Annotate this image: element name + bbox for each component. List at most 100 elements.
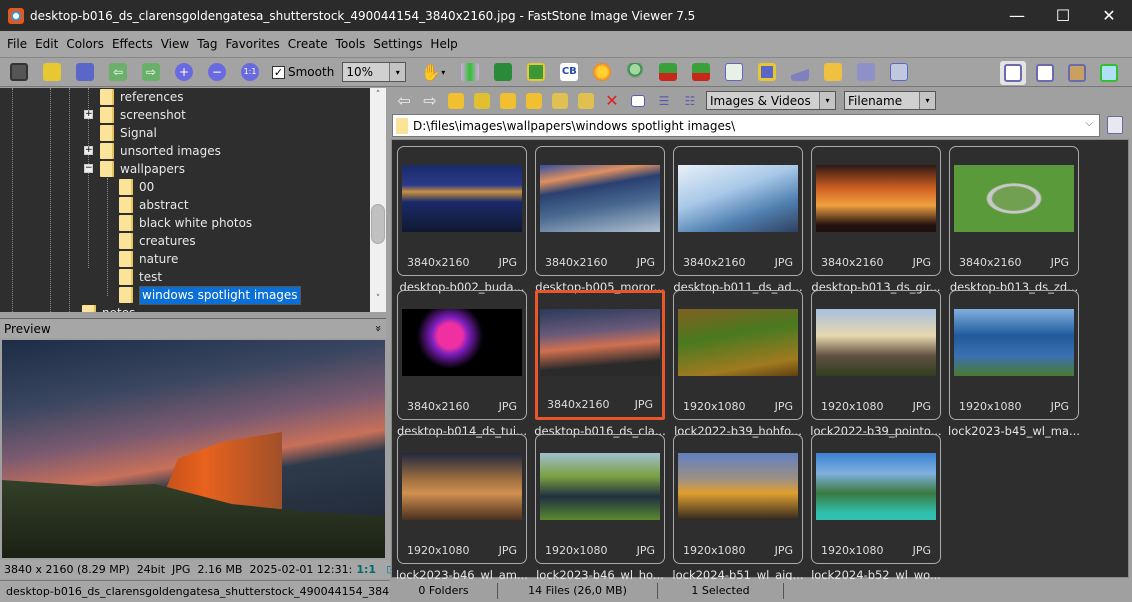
forward-button[interactable]: ⇨	[420, 91, 440, 111]
smooth-check-box[interactable]: ✓	[272, 65, 285, 79]
up-folder-button[interactable]	[446, 91, 466, 111]
slideshow-button[interactable]	[457, 60, 483, 84]
menu-effects[interactable]: Effects	[108, 37, 157, 51]
smooth-checkbox[interactable]: ✓ Smooth	[272, 65, 334, 79]
new-folder-button[interactable]	[524, 91, 544, 111]
menu-file[interactable]: File	[3, 37, 31, 51]
delete-button[interactable]: ✕	[602, 91, 622, 111]
compare-button[interactable]	[721, 60, 747, 84]
thumbnail[interactable]: 3840x2160 JPG	[811, 146, 941, 276]
menu-favorites[interactable]: Favorites	[222, 37, 284, 51]
tree-item-selected[interactable]: windows spotlight images	[119, 285, 309, 305]
wallpaper-button[interactable]	[754, 60, 780, 84]
thumbnail[interactable]: 1920x1080 JPG	[949, 290, 1079, 420]
thumbnail[interactable]: 1920x1080 JPG	[673, 290, 803, 420]
thumbnail[interactable]: 3840x2160 JPG	[535, 146, 665, 276]
menu-edit[interactable]: Edit	[31, 37, 62, 51]
list-view-button[interactable]: ☰	[654, 91, 674, 111]
expand-icon[interactable]: +	[84, 146, 93, 155]
thumbnail[interactable]: 1920x1080 JPG	[811, 290, 941, 420]
scroll-down-icon[interactable]: ˅	[370, 294, 386, 310]
text-button[interactable]: CB	[556, 60, 582, 84]
menu-create[interactable]: Create	[284, 37, 332, 51]
rotate-right-button[interactable]	[688, 60, 714, 84]
tree-item[interactable]: test	[119, 268, 162, 286]
menu-settings[interactable]: Settings	[369, 37, 426, 51]
copy-to-button[interactable]	[550, 91, 570, 111]
thumbnail-view-button[interactable]	[628, 91, 648, 111]
thumbnail-grid[interactable]: 3840x2160 JPG desktop-b002_buda... 3840x216…	[391, 139, 1129, 582]
scroll-up-icon[interactable]: ˄	[370, 90, 386, 106]
thumbnail[interactable]: 1920x1080 JPG	[535, 434, 665, 564]
menu-view[interactable]: View	[157, 37, 193, 51]
menu-colors[interactable]: Colors	[62, 37, 108, 51]
layout-browser-button[interactable]	[1000, 60, 1026, 85]
red-eye-button[interactable]	[622, 60, 648, 84]
tree-scrollbar[interactable]: ˄ ˅	[370, 88, 386, 312]
layout-single-button[interactable]	[1064, 61, 1090, 85]
tree-item[interactable]: nature	[119, 250, 178, 268]
fullscreen-button[interactable]	[1096, 61, 1122, 85]
path-combobox[interactable]: D:\files\images\wallpapers\windows spotl…	[392, 114, 1100, 137]
move-to-button[interactable]	[576, 91, 596, 111]
thumbnail[interactable]: 1920x1080 JPG	[397, 434, 527, 564]
tree-item[interactable]: abstract	[119, 196, 189, 214]
rotate-left-button[interactable]	[655, 60, 681, 84]
tree-item[interactable]: black white photos	[119, 214, 252, 232]
chevron-down-icon[interactable]: ▾	[389, 63, 406, 81]
thumbnail-selected[interactable]: 3840x2160 JPG	[535, 290, 665, 420]
back-button[interactable]: ⇦	[394, 91, 414, 111]
file-type-filter[interactable]: Images & Videos ▾	[706, 91, 836, 110]
zoom-in-button[interactable]: +	[171, 60, 197, 84]
zoom-select[interactable]: 10% ▾	[342, 62, 407, 82]
tree-item[interactable]: Signal	[100, 124, 157, 142]
tree-item[interactable]: creatures	[119, 232, 196, 250]
crop-button[interactable]	[523, 60, 549, 84]
tree-item[interactable]: references	[100, 88, 184, 106]
minimize-button[interactable]: —	[994, 0, 1040, 31]
tree-item[interactable]: 00	[119, 178, 154, 196]
favorite-folder-button[interactable]	[498, 91, 518, 111]
resize-button[interactable]	[490, 60, 516, 84]
recycle-bin-icon[interactable]	[1107, 116, 1123, 134]
scrollbar-thumb[interactable]	[371, 204, 385, 244]
thumbnail[interactable]: 1920x1080 JPG	[811, 434, 941, 564]
menu-tools[interactable]: Tools	[332, 37, 370, 51]
tree-item[interactable]: − wallpapers	[84, 160, 185, 178]
chevron-down-icon[interactable]: ▾	[919, 92, 935, 109]
acquire-button[interactable]	[6, 60, 32, 84]
close-button[interactable]: ✕	[1086, 0, 1132, 31]
collapse-icon[interactable]: −	[84, 164, 93, 173]
adjust-colors-button[interactable]	[589, 60, 615, 84]
email-button[interactable]	[820, 60, 846, 84]
previous-button[interactable]: ⇦	[105, 60, 131, 84]
expand-icon[interactable]: +	[84, 110, 93, 119]
preview-image[interactable]	[2, 340, 385, 558]
save-button[interactable]	[72, 60, 98, 84]
maximize-button[interactable]: ☐	[1040, 0, 1086, 31]
chevron-down-icon[interactable]: ⌵	[1085, 118, 1093, 129]
tree-item[interactable]: notes	[82, 304, 135, 312]
scan-button[interactable]	[787, 60, 813, 84]
open-button[interactable]	[39, 60, 65, 84]
thumbnail[interactable]: 3840x2160 JPG	[397, 146, 527, 276]
sort-select[interactable]: Filename ▾	[844, 91, 936, 110]
thumbnail[interactable]: 1920x1080 JPG	[673, 434, 803, 564]
zoom-out-button[interactable]: −	[204, 60, 230, 84]
collapse-icon[interactable]: »	[372, 325, 385, 332]
menu-tag[interactable]: Tag	[193, 37, 221, 51]
thumbnail[interactable]: 3840x2160 JPG	[949, 146, 1079, 276]
actual-size-ratio[interactable]: 1:1	[356, 563, 376, 576]
thumbnail[interactable]: 3840x2160 JPG	[673, 146, 803, 276]
layout-preview-button[interactable]	[1032, 61, 1058, 85]
thumbnail[interactable]: 3840x2160 JPG	[397, 290, 527, 420]
batch-button[interactable]	[886, 60, 912, 84]
details-view-button[interactable]: ☷	[680, 91, 700, 111]
print-button[interactable]	[853, 60, 879, 84]
thumbnail-filename[interactable]: lock2023-b45_wl_ma...	[945, 424, 1083, 438]
menu-help[interactable]: Help	[426, 37, 461, 51]
pan-mode-button[interactable]: ✋ ▾	[416, 60, 450, 84]
chevron-down-icon[interactable]: ▾	[819, 92, 835, 109]
refresh-button[interactable]	[472, 91, 492, 111]
actual-size-button[interactable]: 1:1	[237, 60, 263, 84]
